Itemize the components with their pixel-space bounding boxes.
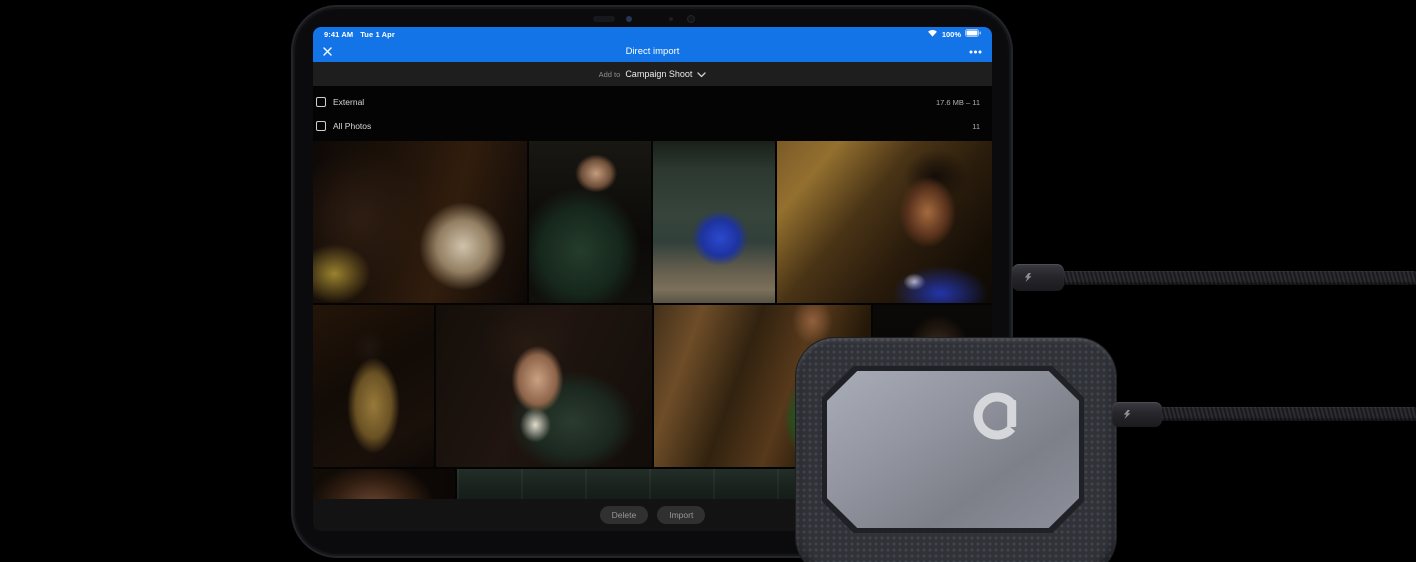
source-size-count: 17.6 MB – 11 bbox=[935, 97, 980, 107]
tablet-cable bbox=[1050, 271, 1416, 285]
photo-thumbnail[interactable] bbox=[777, 141, 992, 303]
chevron-down-icon bbox=[697, 65, 707, 83]
photo-thumbnail[interactable] bbox=[529, 141, 651, 303]
camera-lens-icon bbox=[626, 16, 632, 22]
source-label: External bbox=[333, 97, 365, 107]
add-to-value: Campaign Shoot bbox=[625, 69, 693, 79]
camera-ring bbox=[687, 15, 695, 23]
photo-thumbnail[interactable] bbox=[313, 305, 434, 467]
battery-percentage: 100% bbox=[941, 29, 961, 39]
page-title: Direct import bbox=[625, 46, 680, 57]
add-to-selector[interactable]: Add to Campaign Shoot bbox=[313, 62, 992, 86]
app-top-bar: 9:41 AM Tue 1 Apr 100% Direct import bbox=[313, 27, 992, 62]
drive-cable-connector bbox=[1112, 402, 1162, 427]
all-photos-checkbox[interactable] bbox=[316, 121, 326, 131]
source-row-all-photos[interactable]: All Photos 11 bbox=[313, 114, 992, 138]
photo-thumbnail[interactable] bbox=[653, 141, 775, 303]
drive-metal-plate bbox=[827, 371, 1079, 528]
source-row-external[interactable]: External 17.6 MB – 11 bbox=[313, 90, 992, 114]
thunderbolt-icon bbox=[1024, 273, 1032, 282]
source-count: 11 bbox=[972, 121, 980, 131]
tablet-cable-connector bbox=[1012, 264, 1064, 291]
external-ssd-drive bbox=[795, 337, 1117, 562]
drive-cable bbox=[1150, 407, 1416, 421]
camera-sensor-dot bbox=[669, 17, 673, 21]
camera-sensor-pill bbox=[593, 16, 615, 22]
import-button[interactable]: Import bbox=[657, 506, 706, 524]
add-to-label: Add to bbox=[598, 69, 621, 79]
delete-button[interactable]: Delete bbox=[599, 506, 649, 524]
status-time: 9:41 AM bbox=[324, 29, 354, 39]
scene: 9:41 AM Tue 1 Apr 100% Direct import Add… bbox=[0, 0, 1416, 562]
photo-thumbnail[interactable] bbox=[436, 305, 652, 467]
photo-thumbnail[interactable] bbox=[313, 141, 527, 303]
more-icon[interactable] bbox=[966, 50, 982, 54]
wifi-icon bbox=[927, 29, 938, 39]
status-bar: 9:41 AM Tue 1 Apr 100% bbox=[313, 27, 992, 41]
thunderbolt-icon bbox=[1123, 410, 1131, 419]
close-icon[interactable] bbox=[323, 47, 339, 56]
source-label: All Photos bbox=[333, 121, 372, 131]
front-camera-cluster bbox=[593, 14, 713, 24]
app-header: Direct import bbox=[313, 41, 992, 62]
g-drive-logo-icon bbox=[972, 391, 1022, 441]
status-date: Tue 1 Apr bbox=[360, 29, 395, 39]
external-checkbox[interactable] bbox=[316, 97, 326, 107]
grid-row-1 bbox=[313, 141, 992, 303]
photo-thumbnail[interactable] bbox=[313, 469, 455, 499]
battery-icon bbox=[965, 29, 981, 39]
